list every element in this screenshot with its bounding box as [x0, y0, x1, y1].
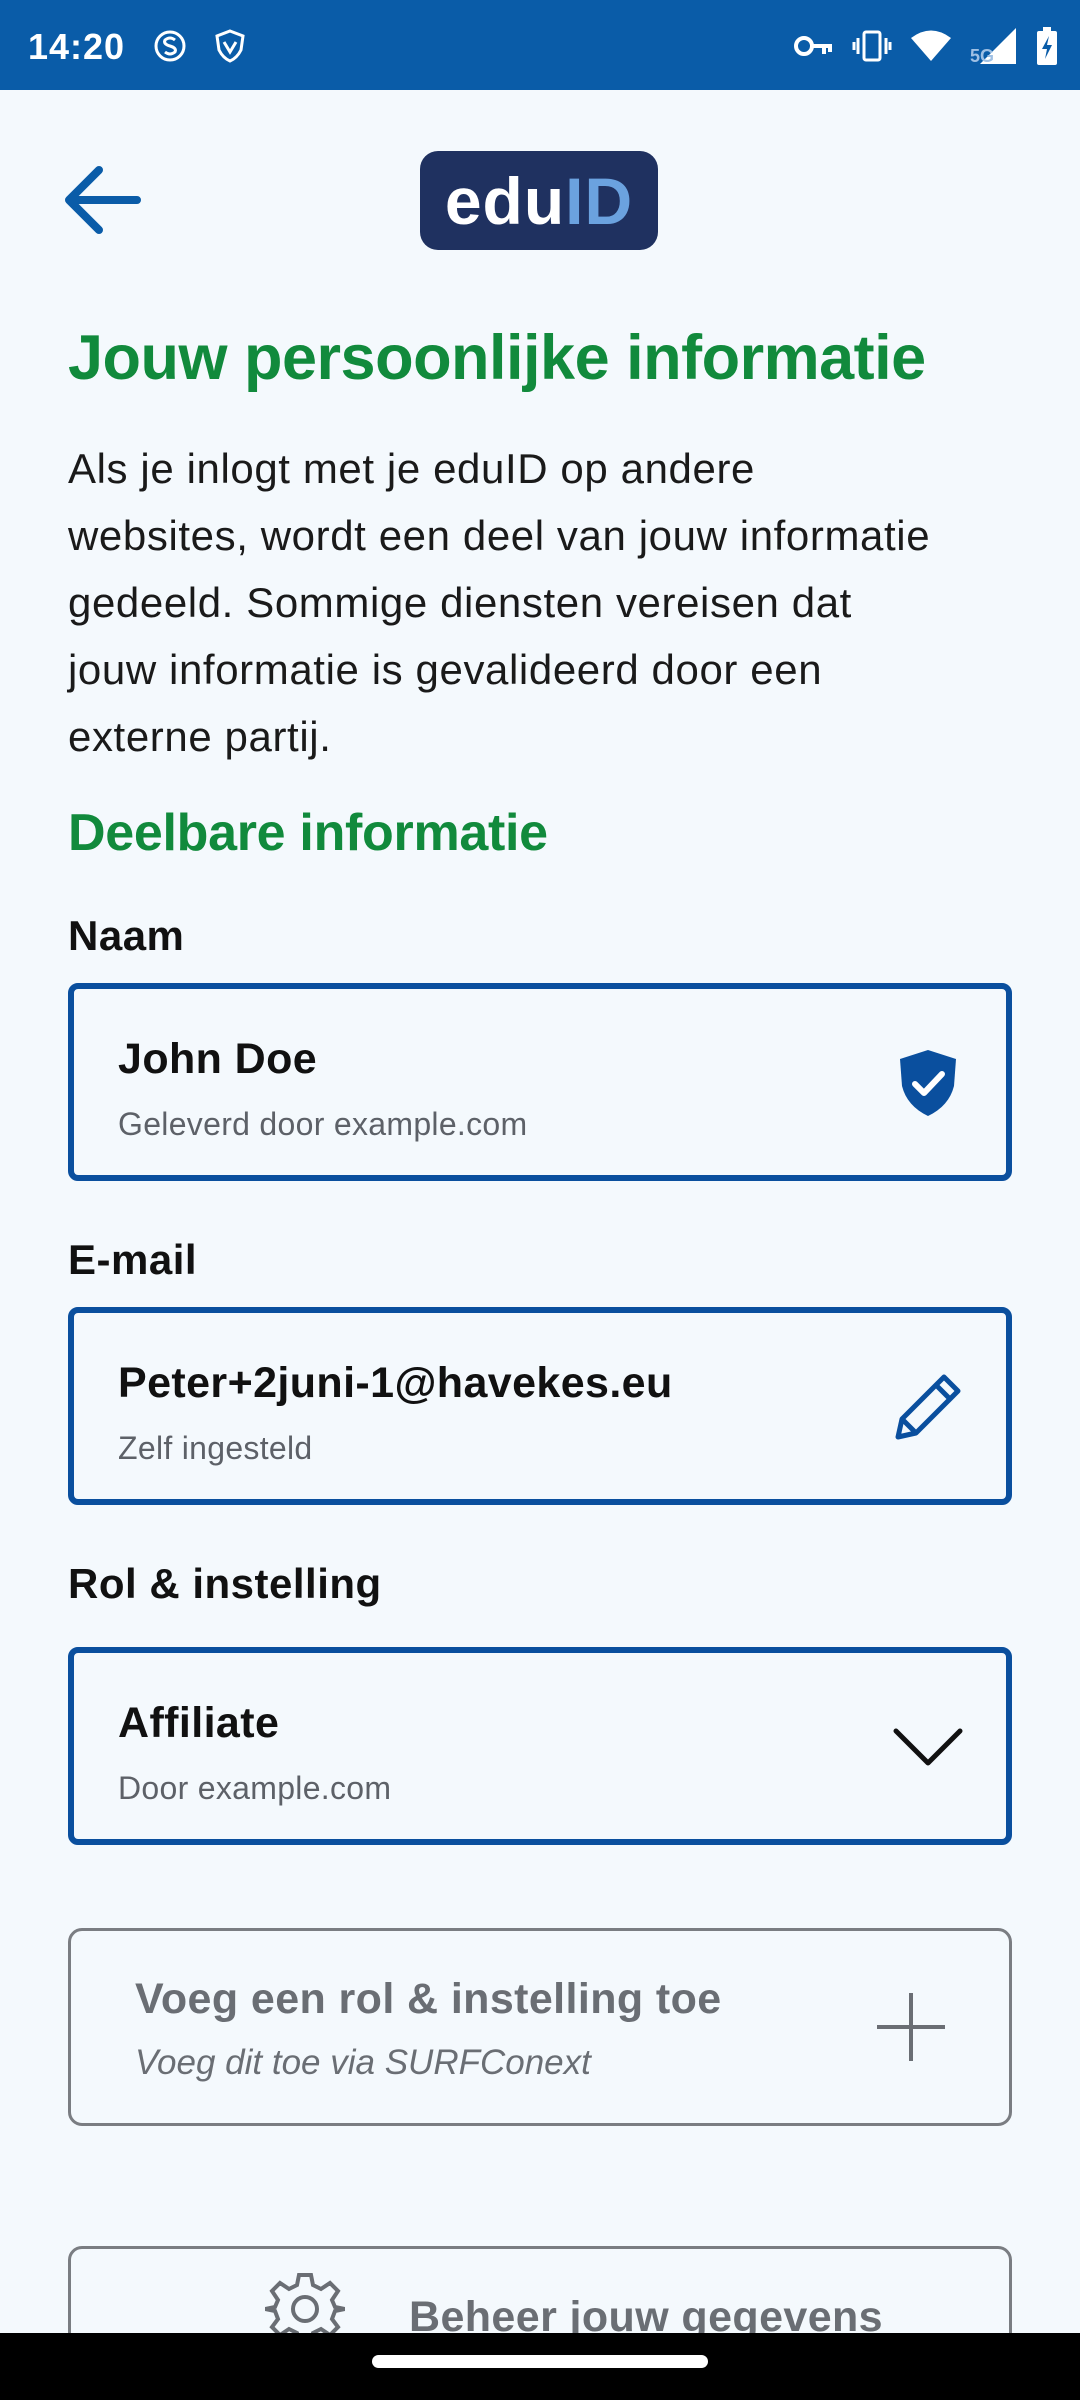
key-icon: [794, 33, 834, 59]
pencil-icon[interactable]: [892, 1371, 964, 1443]
signal-5g-icon: 5G: [970, 26, 1018, 66]
vibrate-icon: [852, 28, 892, 64]
name-source: Geleverd door example.com: [118, 1106, 528, 1142]
shield-app-icon: [212, 28, 248, 64]
name-value: John Doe: [118, 1035, 318, 1083]
role-value: Affiliate: [118, 1699, 280, 1747]
role-card[interactable]: Affiliate Door example.com: [68, 1647, 1012, 1845]
back-button[interactable]: [56, 160, 146, 240]
arrow-left-icon: [65, 166, 141, 234]
eduid-logo: edu ID: [420, 151, 658, 250]
role-source: Door example.com: [118, 1770, 392, 1806]
intro-text: Als je inlogt met je eduID op andere web…: [68, 435, 1028, 770]
network-label: 5G: [970, 46, 995, 66]
add-role-title: Voeg een rol & instelling toe: [135, 1975, 722, 2023]
email-card[interactable]: Peter+2juni-1@havekes.eu Zelf ingesteld: [68, 1307, 1012, 1505]
intro-line: Als je inlogt met je eduID op andere: [68, 445, 755, 492]
plus-icon: [873, 1989, 949, 2065]
navigation-bar: [0, 2333, 1080, 2400]
intro-line: websites, wordt een deel van jouw inform…: [68, 512, 931, 559]
email-value: Peter+2juni-1@havekes.eu: [118, 1359, 673, 1407]
intro-line: jouw informatie is gevalideerd door een: [68, 646, 823, 693]
s-circle-icon: [152, 28, 188, 64]
add-role-sub: Voeg dit toe via SURFConext: [135, 2043, 591, 2082]
status-time: 14:20: [28, 26, 126, 67]
email-source: Zelf ingesteld: [118, 1430, 313, 1466]
name-card[interactable]: John Doe Geleverd door example.com: [68, 983, 1012, 1181]
intro-line: externe partij.: [68, 713, 332, 760]
add-role-button[interactable]: Voeg een rol & instelling toe Voeg dit t…: [68, 1928, 1012, 2126]
status-bar: 14:20 5G: [0, 0, 1080, 90]
status-icons: 5G: [794, 26, 1058, 66]
name-label: Naam: [68, 912, 185, 959]
wifi-icon: [910, 29, 952, 63]
logo-id-text: ID: [565, 163, 634, 238]
section-title: Deelbare informatie: [68, 804, 548, 862]
email-label: E-mail: [68, 1236, 198, 1283]
page-title: Jouw persoonlijke informatie: [68, 323, 926, 393]
chevron-down-icon[interactable]: [892, 1711, 964, 1783]
role-label: Rol & instelling: [68, 1560, 382, 1607]
intro-line: gedeeld. Sommige diensten vereisen dat: [68, 579, 852, 626]
verified-shield-icon: [892, 1047, 964, 1119]
battery-charging-icon: [1036, 27, 1058, 65]
logo-edu-text: edu: [444, 163, 566, 238]
home-gesture-handle[interactable]: [372, 2355, 708, 2368]
